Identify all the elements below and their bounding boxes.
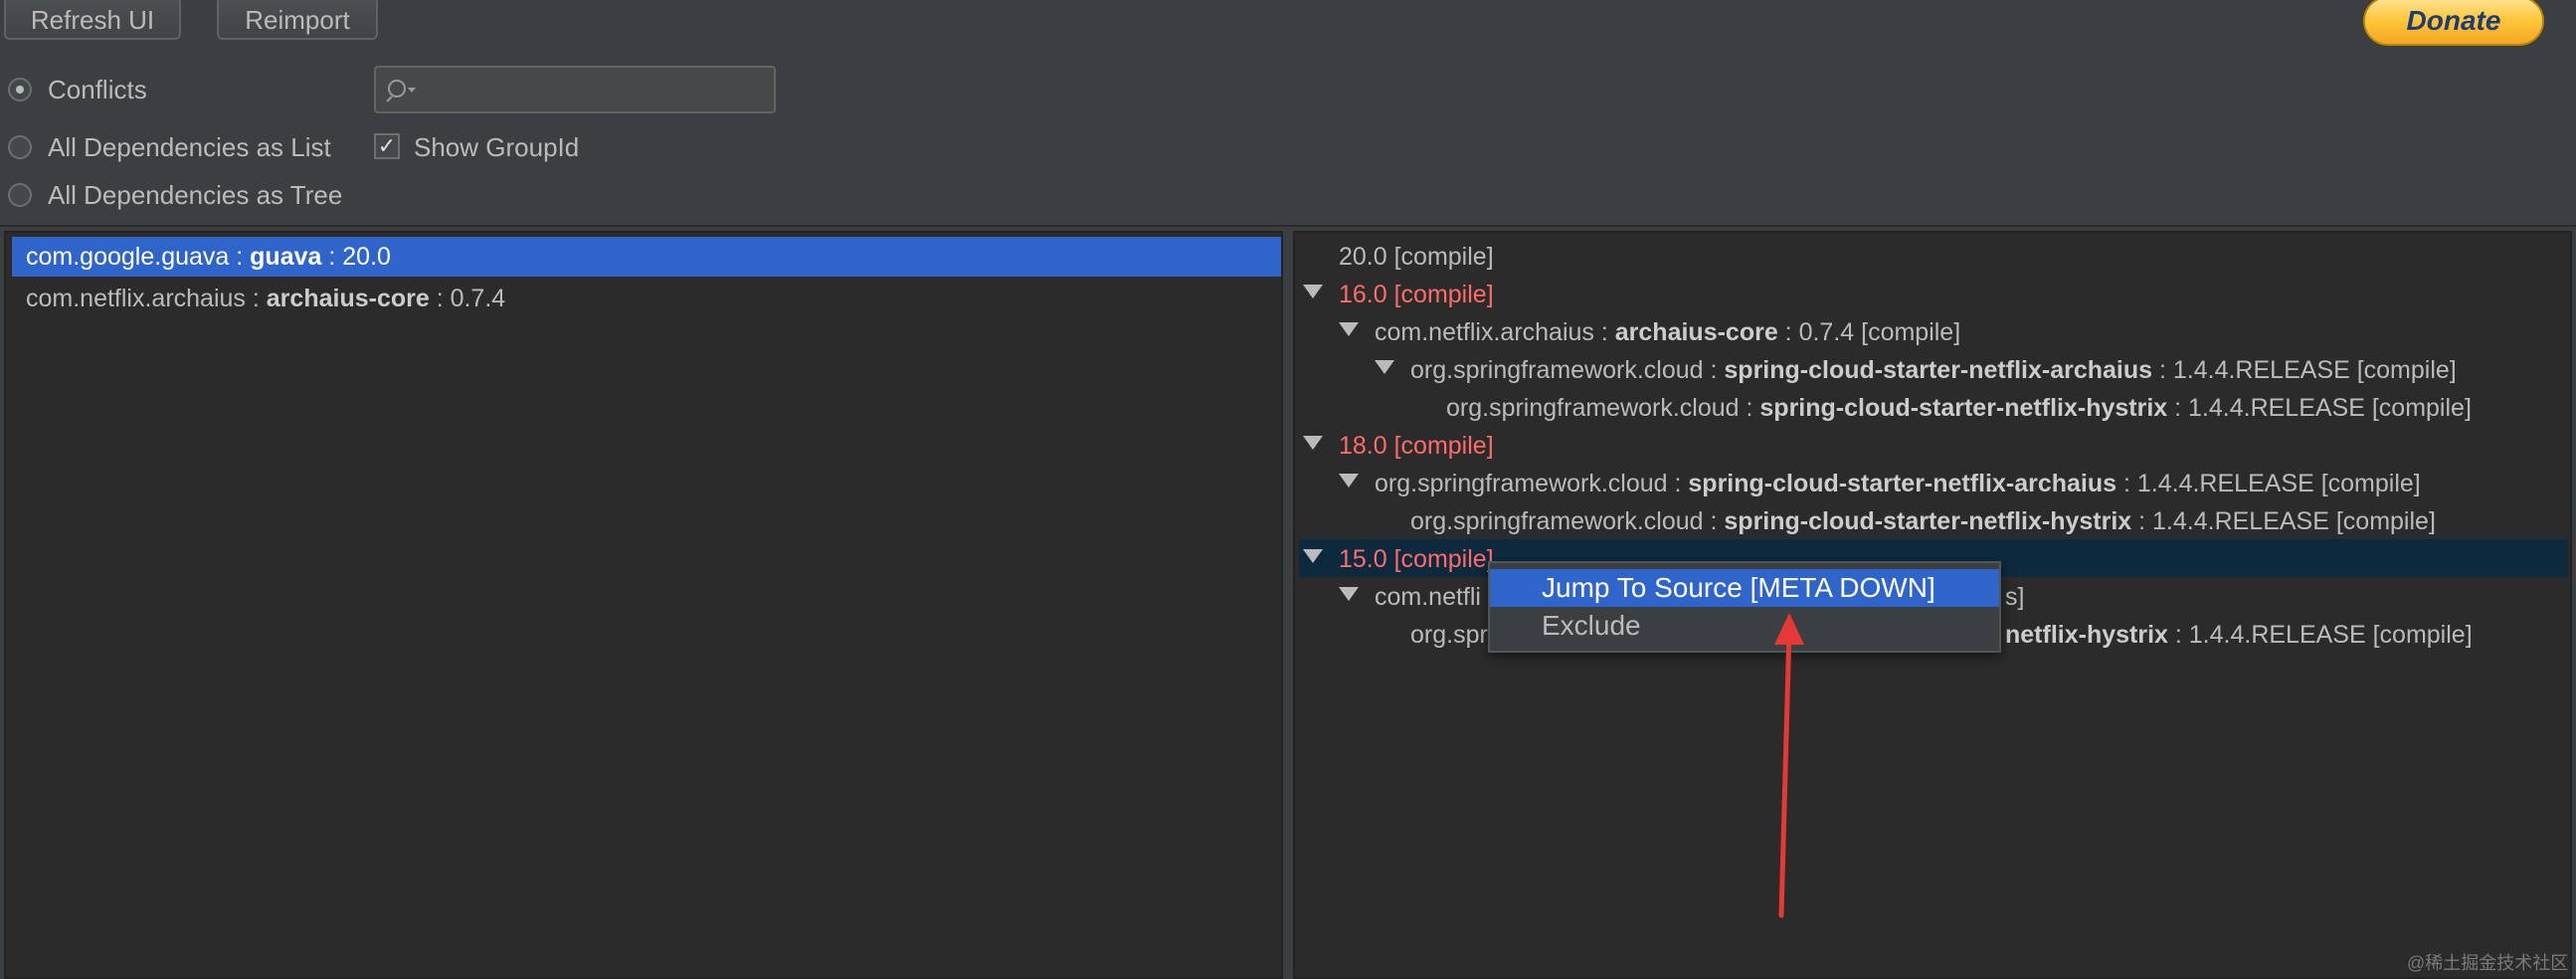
tree-node[interactable]: org.springframework.cloud : spring-cloud… <box>1375 464 2421 503</box>
exclude-menu-item[interactable]: Exclude <box>1490 607 1999 645</box>
annotation-arrow-icon <box>1774 613 1804 918</box>
watermark: @稀土掘金技术社区 <box>2407 953 2569 973</box>
all-dependencies-list-radio[interactable] <box>8 135 32 159</box>
divider <box>0 225 2576 227</box>
tree-node-conflict[interactable]: 15.0 [compile] <box>1339 539 1494 579</box>
tree-node-tail: netflix-hystrix : 1.4.4.RELEASE [compile… <box>2005 621 2473 649</box>
donate-button[interactable]: Donate <box>2363 0 2544 46</box>
tree-node[interactable]: org.springframework.cloud : spring-cloud… <box>1410 501 2436 541</box>
jump-to-source-menu-item[interactable]: Jump To Source [META DOWN] <box>1490 569 1999 607</box>
conflicts-radio[interactable] <box>8 78 32 101</box>
expand-triangle-icon[interactable] <box>1303 285 1323 298</box>
reimport-button[interactable]: Reimport <box>217 0 378 40</box>
list-item[interactable]: com.netflix.archaius : archaius-core : 0… <box>12 279 505 318</box>
search-input[interactable] <box>374 66 776 113</box>
expand-triangle-icon[interactable] <box>1303 549 1323 563</box>
show-groupid-checkbox[interactable]: ✓ <box>374 133 400 159</box>
tree-node[interactable]: org.springframework.cloud : spring-cloud… <box>1446 388 2472 428</box>
expand-triangle-icon[interactable] <box>1303 436 1323 450</box>
refresh-ui-button[interactable]: Refresh UI <box>4 0 181 40</box>
search-icon <box>386 80 416 102</box>
dependency-list-panel: com.google.guava : guava : 20.0 com.netf… <box>4 231 1283 979</box>
show-groupid-label: Show GroupId <box>414 132 580 162</box>
tree-node[interactable]: org.spr <box>1410 615 1488 655</box>
tree-node[interactable]: com.netflix.archaius : archaius-core : 0… <box>1375 312 1960 352</box>
tree-node[interactable]: org.springframework.cloud : spring-cloud… <box>1410 350 2457 390</box>
expand-triangle-icon[interactable] <box>1339 322 1359 336</box>
expand-triangle-icon[interactable] <box>1339 587 1359 601</box>
tree-node-tail: s] <box>2005 583 2025 611</box>
all-dependencies-tree-label: All Dependencies as Tree <box>48 180 343 210</box>
expand-triangle-icon[interactable] <box>1375 360 1394 374</box>
conflicts-label: Conflicts <box>48 75 147 104</box>
all-dependencies-list-label: All Dependencies as List <box>48 132 331 162</box>
context-menu: Jump To Source [META DOWN] Exclude <box>1488 561 2001 653</box>
tree-node[interactable]: 20.0 [compile] <box>1339 237 1494 277</box>
expand-triangle-icon[interactable] <box>1339 474 1359 488</box>
list-item[interactable]: com.google.guava : guava : 20.0 <box>12 237 1281 277</box>
tree-node[interactable]: com.netfli <box>1375 577 1481 617</box>
all-dependencies-tree-radio[interactable] <box>8 183 32 207</box>
tree-node-conflict[interactable]: 16.0 [compile] <box>1339 275 1494 314</box>
tree-node-conflict[interactable]: 18.0 [compile] <box>1339 426 1494 466</box>
